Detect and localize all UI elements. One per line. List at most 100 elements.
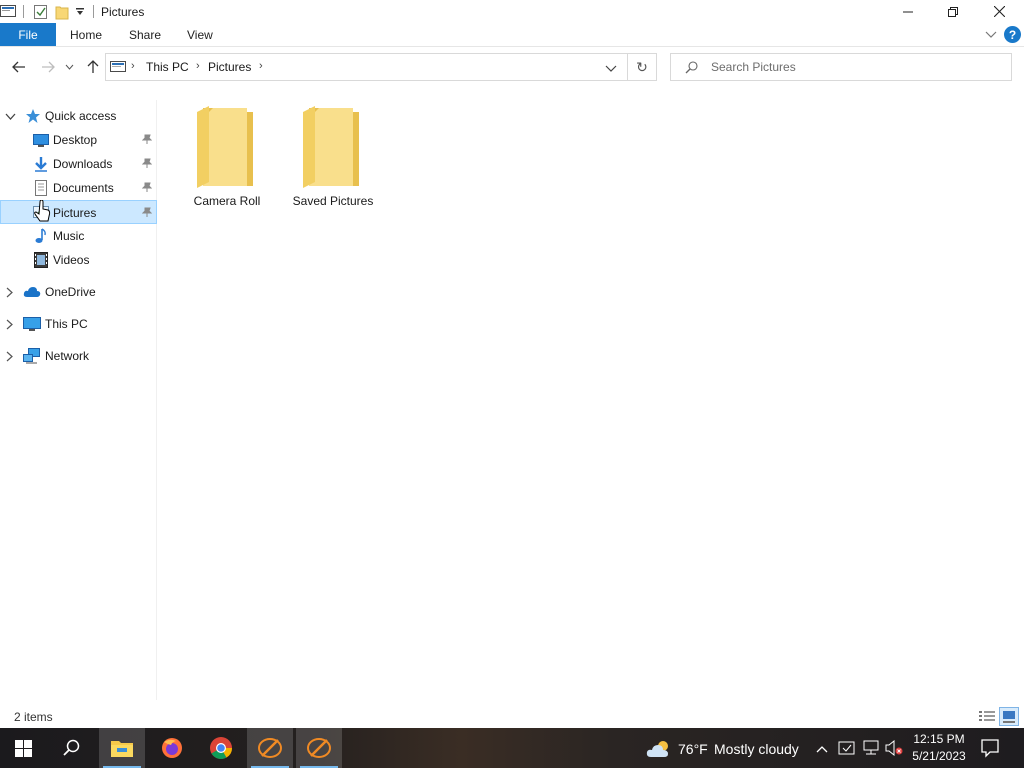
pin-icon[interactable]	[141, 158, 153, 172]
sidebar-item-label: Downloads	[53, 157, 113, 171]
sidebar-item-downloads[interactable]: Downloads	[0, 153, 157, 175]
start-button[interactable]	[0, 728, 46, 768]
chevron-down-icon	[605, 65, 617, 72]
up-button[interactable]	[84, 58, 102, 76]
chrome-icon	[210, 737, 232, 759]
forward-button[interactable]	[39, 58, 57, 76]
chevron-up-icon[interactable]	[816, 742, 828, 756]
taskbar-file-explorer[interactable]	[99, 728, 145, 768]
weather-condition[interactable]: Mostly cloudy	[714, 741, 799, 757]
address-history-dropdown[interactable]	[605, 62, 617, 76]
this-pc-icon	[110, 60, 126, 77]
up-arrow-icon	[87, 60, 99, 73]
videos-icon	[33, 252, 49, 268]
clock-date[interactable]: 5/21/2023	[906, 749, 972, 763]
properties-icon[interactable]	[33, 4, 49, 23]
firefox-icon	[162, 738, 182, 758]
pin-icon[interactable]	[141, 182, 153, 196]
taskbar-search-button[interactable]	[49, 728, 95, 768]
folder-icon	[303, 106, 359, 188]
chevron-right-icon[interactable]	[6, 319, 13, 333]
chevron-right-icon[interactable]	[6, 287, 13, 301]
sidebar-item-label: Desktop	[53, 133, 98, 147]
sidebar-item-label: Music	[53, 229, 85, 243]
breadcrumb-pictures[interactable]: Pictures	[208, 60, 251, 74]
network-tray-icon[interactable]	[862, 740, 880, 759]
large-icons-view-button[interactable]	[999, 707, 1019, 726]
windows-logo-icon	[14, 739, 32, 757]
window-title: Pictures	[101, 5, 145, 19]
volume-muted-icon[interactable]	[885, 739, 903, 759]
music-icon	[33, 228, 49, 244]
help-button[interactable]: ?	[1004, 26, 1021, 43]
minimize-icon	[903, 11, 913, 12]
sidebar-item-onedrive[interactable]: OneDrive	[0, 281, 157, 303]
this-pc-icon	[23, 316, 41, 332]
weather-temperature[interactable]: 76°F	[678, 741, 708, 757]
item-count: 2 items	[14, 710, 53, 724]
sidebar-item-network[interactable]: Network	[0, 345, 157, 367]
new-folder-icon[interactable]	[55, 4, 69, 23]
forward-arrow-icon	[42, 61, 55, 73]
folder-camera-roll[interactable]: Camera Roll	[177, 104, 277, 214]
taskbar-app-2[interactable]	[296, 728, 342, 768]
window-system-icon[interactable]	[0, 4, 16, 21]
taskbar-app-1[interactable]	[247, 728, 293, 768]
restore-button[interactable]	[930, 0, 976, 23]
expand-ribbon-icon[interactable]	[985, 29, 997, 43]
tab-view[interactable]: View	[187, 28, 213, 42]
sidebar-item-label: Pictures	[53, 206, 97, 220]
close-button[interactable]	[976, 0, 1022, 23]
sidebar-item-quick-access[interactable]: Quick access	[0, 105, 157, 127]
tab-share[interactable]: Share	[129, 28, 161, 42]
pen-app-icon	[258, 738, 282, 758]
pen-app-icon	[307, 738, 331, 758]
details-view-button[interactable]	[978, 709, 996, 725]
sidebar-item-documents[interactable]: Documents	[0, 177, 157, 199]
refresh-button[interactable]: ↻	[628, 53, 657, 81]
folder-label: Saved Pictures	[292, 194, 374, 208]
customize-toolbar-icon[interactable]	[75, 6, 85, 20]
notification-icon[interactable]	[980, 738, 1000, 761]
address-bar[interactable]: › This PC › Pictures ›	[105, 53, 628, 81]
sidebar-item-music[interactable]: Music	[0, 225, 157, 247]
network-icon	[23, 348, 40, 364]
search-input[interactable]	[711, 59, 1001, 75]
sidebar-item-pictures[interactable]: Pictures	[0, 200, 157, 224]
clock-time[interactable]: 12:15 PM	[906, 732, 972, 746]
pin-icon[interactable]	[141, 134, 153, 148]
back-button[interactable]	[10, 58, 28, 76]
sidebar-item-label: OneDrive	[45, 285, 96, 299]
minimize-button[interactable]	[885, 0, 931, 23]
chevron-right-icon[interactable]	[6, 351, 13, 365]
weather-cloud-icon[interactable]	[646, 739, 672, 762]
folder-label: Camera Roll	[193, 194, 261, 208]
file-explorer-icon	[111, 741, 133, 757]
sidebar-item-desktop[interactable]: Desktop	[0, 129, 157, 151]
taskbar-chrome[interactable]	[198, 728, 244, 768]
chevron-down-icon[interactable]	[5, 110, 16, 124]
sidebar-item-label: Videos	[53, 253, 90, 267]
taskbar: 76°F Mostly cloudy 12:15 PM 5/21/2023	[0, 728, 1024, 768]
navigation-pane: Quick access Desktop Downloads Documents…	[0, 100, 157, 700]
hand-cursor-icon	[34, 200, 51, 222]
pin-icon[interactable]	[141, 207, 153, 221]
search-box[interactable]	[670, 53, 1012, 81]
status-bar: 2 items	[0, 706, 1024, 728]
desktop-icon	[33, 132, 49, 148]
search-icon	[63, 739, 80, 756]
folder-saved-pictures[interactable]: Saved Pictures	[283, 104, 383, 214]
breadcrumb-this-pc[interactable]: This PC	[146, 60, 189, 74]
security-tray-icon[interactable]	[838, 740, 856, 759]
tab-file[interactable]: File	[0, 23, 56, 46]
recent-locations-button[interactable]	[63, 58, 75, 76]
sidebar-item-label: This PC	[45, 317, 88, 331]
chevron-down-icon	[65, 64, 73, 70]
title-bar: Pictures	[0, 0, 1024, 23]
sidebar-item-videos[interactable]: Videos	[0, 249, 157, 271]
sidebar-item-this-pc[interactable]: This PC	[0, 313, 157, 335]
tab-home[interactable]: Home	[70, 28, 102, 42]
star-icon	[25, 108, 41, 124]
taskbar-firefox[interactable]	[149, 728, 195, 768]
sidebar-item-label: Documents	[53, 181, 114, 195]
